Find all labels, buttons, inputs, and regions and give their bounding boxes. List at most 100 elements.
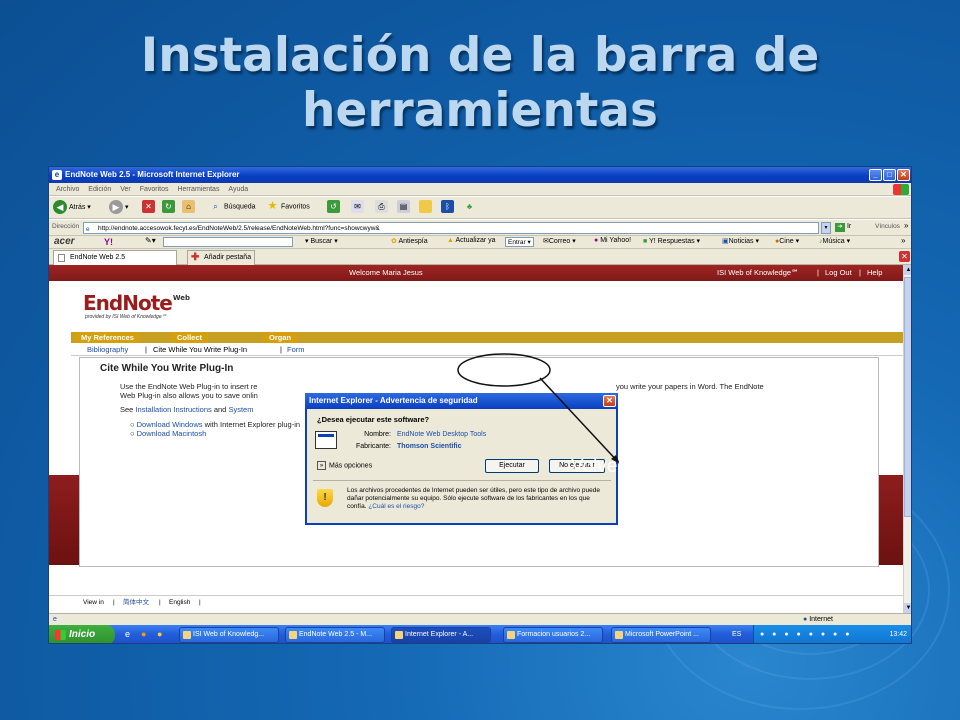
screenshot: e EndNote Web 2.5 - Microsoft Internet E… <box>48 166 912 644</box>
chevron-down-icon: » <box>317 461 326 470</box>
publisher-link[interactable]: Thomson Scientific <box>397 443 462 450</box>
download-windows-link[interactable]: Download Windows <box>137 420 203 429</box>
menu-herramientas[interactable]: Herramientas <box>177 186 219 193</box>
close-tab-icon[interactable]: ✕ <box>899 251 910 262</box>
tab-endnote-web[interactable]: EndNote Web 2.5 <box>53 250 177 265</box>
mi-yahoo-button[interactable]: ● Mi Yahoo! <box>594 237 631 244</box>
download-mac-link[interactable]: Download Macintosh <box>137 429 207 438</box>
subnav-bibliography[interactable]: Bibliography <box>87 344 128 356</box>
correo-button[interactable]: ✉Correo ▾ <box>543 237 576 245</box>
address-bar: Dirección e http://endnote.accesowok.fec… <box>49 220 911 236</box>
back-button[interactable]: ◀ Atrás ▾ <box>53 200 91 214</box>
address-input[interactable]: e http://endnote.accesowok.fecyt.es/EndN… <box>83 222 819 234</box>
yahoo-logo[interactable]: Y! <box>104 236 113 248</box>
subnav-format[interactable]: Form <box>287 344 305 356</box>
quick-launch-media-icon[interactable]: ● <box>157 629 162 639</box>
menu-favoritos[interactable]: Favoritos <box>140 186 169 193</box>
bullet-icon: ○ <box>130 420 135 429</box>
home-icon[interactable]: ⌂ <box>182 200 195 213</box>
pencil-icon[interactable]: ✎▾ <box>145 236 156 245</box>
history-icon[interactable]: ↺ <box>327 200 340 213</box>
software-name-link[interactable]: EndNote Web Desktop Tools <box>397 431 486 438</box>
cine-button[interactable]: ●Cine ▾ <box>775 237 799 245</box>
menu-ver[interactable]: Ver <box>120 186 131 193</box>
yahoo-search-input[interactable] <box>163 237 293 247</box>
publisher-row: Fabricante: Thomson Scientific <box>355 443 462 450</box>
noticias-button[interactable]: ▣Noticias ▾ <box>722 237 759 245</box>
links-label[interactable]: Vínculos <box>875 223 900 230</box>
help-link[interactable]: Help <box>867 265 882 281</box>
chevron-right-icon[interactable]: » <box>904 221 908 230</box>
menu-ayuda[interactable]: Ayuda <box>228 186 248 193</box>
start-button[interactable]: Inicio <box>49 625 115 643</box>
yahoo-search-button[interactable]: ▾ Buscar ▾ <box>305 237 338 245</box>
menu-archivo[interactable]: Archivo <box>56 186 79 193</box>
musica-button[interactable]: ♪Música ▾ <box>819 237 850 245</box>
system-requirements-link[interactable]: System <box>228 405 253 414</box>
nav-my-references[interactable]: My References <box>75 332 140 343</box>
maximize-button[interactable]: □ <box>883 169 896 181</box>
body-text: Web Plug-in also allows you to save onli… <box>120 391 258 400</box>
my-yahoo-icon: ● <box>594 237 599 244</box>
subnav-cwyw[interactable]: Cite While You Write Plug-In <box>153 344 247 356</box>
new-tab-button[interactable]: ✚ Añadir pestaña <box>187 250 255 265</box>
slide-annotation: Volver a seleccionar “Ejecutar <box>540 452 772 510</box>
download-mac-item: ○ Download Macintosh <box>130 429 206 438</box>
task-isi-web[interactable]: ISI Web of Knowledg... <box>179 627 279 643</box>
body-text: Use the EndNote Web Plug-in to insert re <box>120 382 258 391</box>
refresh-icon[interactable]: ↻ <box>162 200 175 213</box>
forward-button[interactable]: ▶ ▾ <box>109 200 129 214</box>
logout-link[interactable]: Log Out <box>825 265 852 281</box>
tray-icons[interactable]: ● ● ● ● ● ● ● ● <box>760 625 852 643</box>
scroll-down-icon[interactable]: ▼ <box>904 603 911 613</box>
folder-icon[interactable] <box>419 200 432 213</box>
bullet-icon: ○ <box>130 429 135 438</box>
minimize-button[interactable]: _ <box>869 169 882 181</box>
bluetooth-icon[interactable]: ᛒ <box>441 200 454 213</box>
more-options-toggle[interactable]: » Más opciones <box>317 461 372 470</box>
divider: | <box>145 345 147 354</box>
english-link[interactable]: English <box>169 596 190 609</box>
entrar-select[interactable]: Entrar ▾ <box>505 237 534 247</box>
respuestas-button[interactable]: ■ Y! Respuestas ▾ <box>643 237 700 245</box>
dialog-question: ¿Desea ejecutar este software? <box>317 415 430 424</box>
main-nav: My References Collect Organ <box>71 332 903 343</box>
run-button[interactable]: Ejecutar <box>485 459 539 473</box>
page-top-bar: Welcome Maria Jesus ISI Web of Knowledge… <box>49 265 903 281</box>
search-icon: ⌕ <box>213 202 218 211</box>
dialog-title: Internet Explorer - Advertencia de segur… <box>305 393 618 409</box>
isi-link[interactable]: ISI Web of Knowledge℠ <box>717 265 799 281</box>
mail-icon[interactable]: ✉ <box>351 200 364 213</box>
page-icon: e <box>86 226 90 233</box>
risk-link[interactable]: ¿Cuál es el riesgo? <box>368 503 424 510</box>
messenger-icon[interactable]: ♣ <box>463 200 476 213</box>
chevron-right-icon[interactable]: » <box>901 236 905 245</box>
close-button[interactable]: ✕ <box>897 169 910 181</box>
scroll-up-icon[interactable]: ▲ <box>904 265 911 275</box>
vertical-scrollbar[interactable]: ▲ ▼ <box>903 265 911 613</box>
nav-organize[interactable]: Organ <box>263 332 298 343</box>
language-indicator[interactable]: ES <box>732 625 741 643</box>
task-formacion[interactable]: Formacion usuarios 2... <box>503 627 603 643</box>
print-icon[interactable]: ⎙ <box>375 200 388 213</box>
scroll-thumb[interactable] <box>904 277 911 517</box>
edit-icon[interactable]: ▤ <box>397 200 410 213</box>
update-button[interactable]: ▲ Actualizar ya <box>447 237 496 244</box>
search-button[interactable]: ⌕ Búsqueda <box>209 200 255 213</box>
task-endnote-web[interactable]: EndNote Web 2.5 - M... <box>285 627 385 643</box>
chinese-link[interactable]: 简体中文 <box>123 596 149 609</box>
window-titlebar[interactable]: e EndNote Web 2.5 - Microsoft Internet E… <box>49 167 911 183</box>
task-powerpoint[interactable]: Microsoft PowerPoint ... <box>611 627 711 643</box>
favorites-button[interactable]: ★ Favoritos <box>266 200 310 213</box>
menu-edicion[interactable]: Edición <box>88 186 111 193</box>
go-button[interactable]: ➔ Ir <box>835 223 851 232</box>
task-ie-alert[interactable]: Internet Explorer - A... <box>391 627 491 643</box>
address-dropdown-icon[interactable]: ▾ <box>821 222 831 234</box>
quick-launch-ie-icon[interactable]: e <box>125 629 130 639</box>
antispy-button[interactable]: ✿ Antiespía <box>391 237 428 245</box>
nav-collect[interactable]: Collect <box>171 332 209 343</box>
installation-instructions-link[interactable]: Installation Instructions <box>135 405 211 414</box>
dialog-close-button[interactable]: ✕ <box>603 395 616 407</box>
stop-icon[interactable]: ✕ <box>142 200 155 213</box>
quick-launch-firefox-icon[interactable]: ● <box>141 629 146 639</box>
